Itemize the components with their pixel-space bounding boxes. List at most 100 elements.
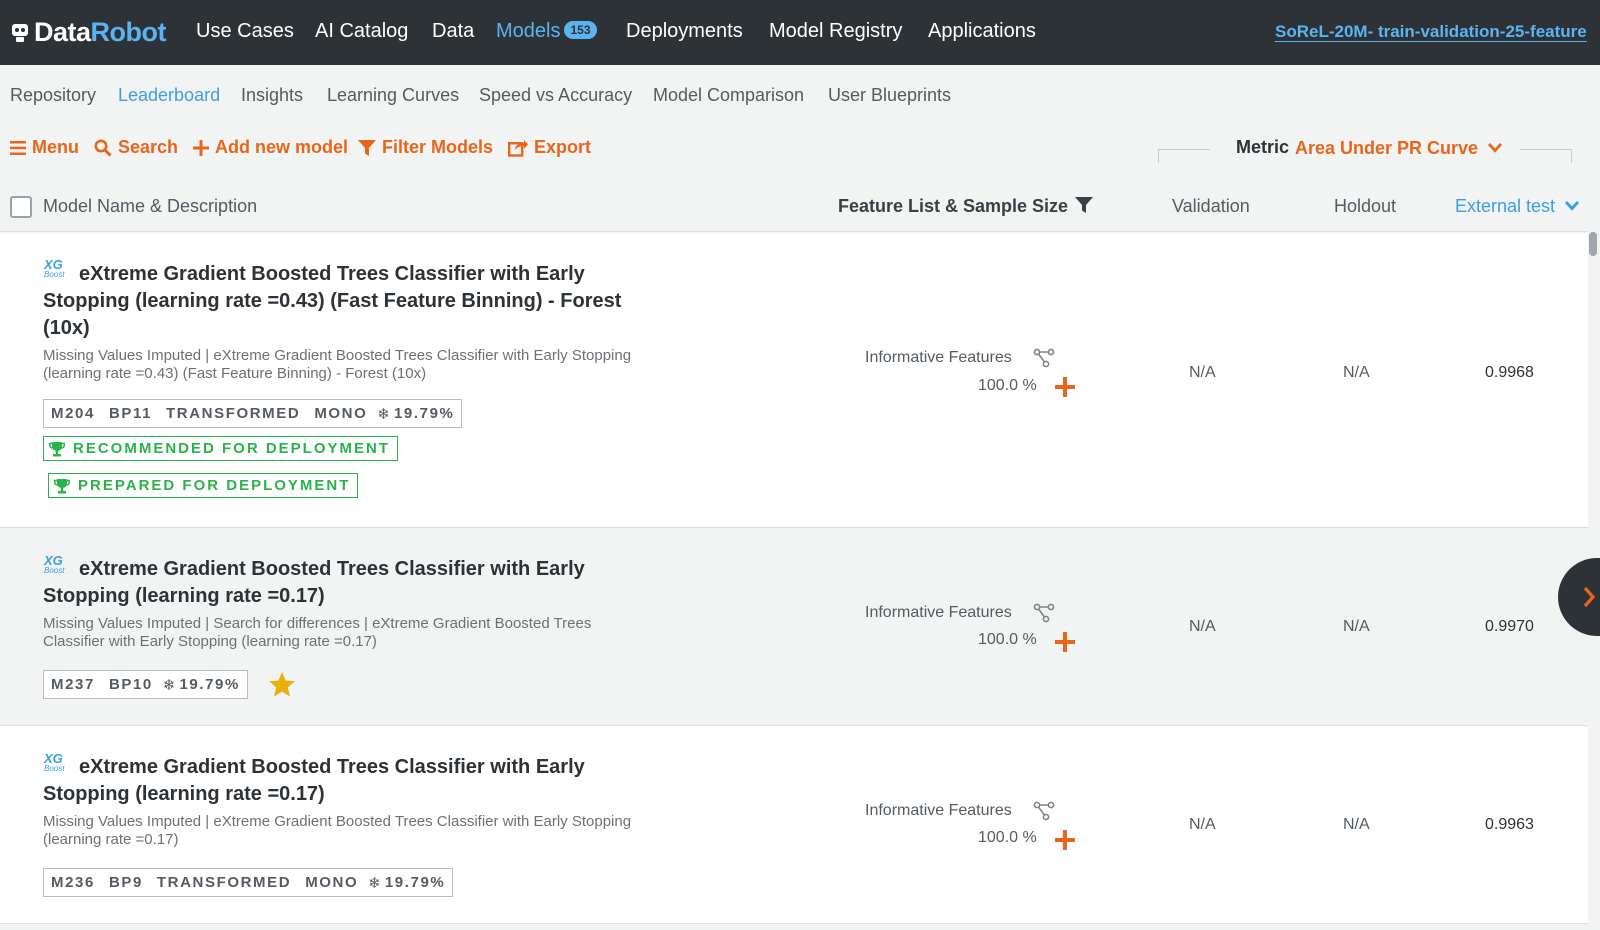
prepared-for-deployment-badge[interactable]: PREPARED FOR DEPLOYMENT <box>48 473 359 498</box>
holdout-score: N/A <box>1343 618 1370 635</box>
tab-insights[interactable]: Insights <box>241 85 303 106</box>
trophy-icon <box>54 478 70 493</box>
add-sample-size-button[interactable] <box>1055 632 1075 652</box>
funnel-icon <box>358 139 376 156</box>
export-icon <box>508 139 528 157</box>
tag-mono: MONO <box>305 874 359 891</box>
col-external-test-label: External test <box>1455 196 1556 216</box>
feature-sample-pct: 100.0 % <box>978 631 1037 648</box>
nav-ai-catalog[interactable]: AI Catalog <box>315 20 408 43</box>
top-nav-bar: Data Robot Use Cases AI Catalog Data Mode… <box>0 0 1600 65</box>
col-holdout[interactable]: Holdout <box>1334 196 1396 217</box>
holdout-score: N/A <box>1343 364 1370 381</box>
tag-sample-pct: 19.79% <box>179 676 240 693</box>
metric-dropdown[interactable]: Area Under PR Curve <box>1295 138 1503 159</box>
plus-icon <box>193 139 209 156</box>
datarobot-logo[interactable]: Data Robot <box>10 14 167 50</box>
select-all-checkbox[interactable] <box>10 196 32 218</box>
col-validation[interactable]: Validation <box>1172 196 1250 217</box>
models-count-badge: 153 <box>564 21 597 39</box>
hamburger-icon <box>10 140 26 155</box>
trophy-icon <box>49 441 65 456</box>
tag-model-id: M236 <box>51 874 95 891</box>
validation-score: N/A <box>1189 618 1216 635</box>
robot-logo-icon <box>12 24 28 42</box>
model-description: Missing Values Imputed | eXtreme Gradien… <box>43 813 632 848</box>
nav-models[interactable]: Models 153 <box>496 20 597 43</box>
nav-deployments[interactable]: Deployments <box>626 20 743 43</box>
prepared-label: PREPARED FOR DEPLOYMENT <box>78 477 351 494</box>
external-test-score: 0.9970 <box>1485 618 1534 635</box>
metric-selector: Metric Area Under PR Curve <box>1158 137 1572 167</box>
add-sample-size-button[interactable] <box>1055 830 1075 850</box>
metric-bracket-right <box>1520 149 1572 163</box>
star-icon[interactable] <box>268 671 296 698</box>
model-title[interactable]: eXtreme Gradient Boosted Trees Classifie… <box>43 754 633 808</box>
export-label: Export <box>534 137 592 157</box>
tag-blueprint: BP9 <box>108 874 143 891</box>
tag-model-id: M204 <box>51 405 95 422</box>
feature-list-name[interactable]: Informative Features <box>865 802 1012 820</box>
scrollbar-thumb[interactable] <box>1589 232 1597 256</box>
add-sample-size-button[interactable] <box>1055 377 1075 397</box>
model-description: Missing Values Imputed | eXtreme Gradien… <box>43 347 632 382</box>
model-title[interactable]: eXtreme Gradient Boosted Trees Classifie… <box>43 261 633 342</box>
metric-bracket-left <box>1158 149 1210 163</box>
feature-tree-icon[interactable] <box>1033 603 1055 623</box>
tag-mono: MONO <box>314 405 368 422</box>
logo-text-robot: Robot <box>90 16 167 47</box>
funnel-icon[interactable] <box>1075 196 1094 214</box>
feature-sample-pct: 100.0 % <box>978 829 1037 846</box>
chevron-down-icon <box>1565 201 1580 211</box>
model-tags: M204 BP11 TRANSFORMED MONO ❄ 19.79% <box>43 399 463 428</box>
tag-blueprint: BP11 <box>108 405 153 422</box>
tab-leaderboard[interactable]: Leaderboard <box>118 85 220 106</box>
tab-repository[interactable]: Repository <box>10 85 96 106</box>
nav-use-cases[interactable]: Use Cases <box>196 20 294 43</box>
table-row[interactable]: XG Boost eXtreme Gradient Boosted Trees C… <box>0 233 1588 528</box>
chevron-right-icon <box>1583 586 1596 608</box>
metric-value: Area Under PR Curve <box>1295 138 1479 158</box>
table-row[interactable]: XG Boost eXtreme Gradient Boosted Trees C… <box>0 726 1588 924</box>
project-name-link[interactable]: SoReL-20M- train-validation-25-feature <box>1275 22 1587 42</box>
model-tags: M236 BP9 TRANSFORMED MONO ❄ 19.79% <box>43 868 454 897</box>
holdout-score: N/A <box>1343 816 1370 833</box>
feature-tree-icon[interactable] <box>1033 348 1055 368</box>
external-test-score: 0.9963 <box>1485 816 1534 833</box>
snowflake-icon: ❄ <box>377 405 390 423</box>
tab-user-blueprints[interactable]: User Blueprints <box>828 85 951 106</box>
feature-sample-pct: 100.0 % <box>978 377 1037 394</box>
nav-model-registry[interactable]: Model Registry <box>769 20 902 43</box>
col-feature-list-label: Feature List & Sample Size <box>838 196 1069 216</box>
col-feature-list[interactable]: Feature List & Sample Size <box>838 196 1094 217</box>
leaderboard-header: Model Name & Description Feature List & … <box>0 180 1600 232</box>
model-title[interactable]: eXtreme Gradient Boosted Trees Classifie… <box>43 556 633 610</box>
snowflake-icon: ❄ <box>162 676 176 694</box>
col-model-name[interactable]: Model Name & Description <box>43 196 257 217</box>
search-icon <box>94 139 112 157</box>
menu-label: Menu <box>32 137 79 157</box>
recommended-for-deployment-badge[interactable]: RECOMMENDED FOR DEPLOYMENT <box>43 436 399 461</box>
search-label: Search <box>118 137 179 157</box>
nav-applications[interactable]: Applications <box>928 20 1036 43</box>
external-test-score: 0.9968 <box>1485 364 1534 381</box>
nav-data[interactable]: Data <box>432 20 474 43</box>
feature-list-name[interactable]: Informative Features <box>865 349 1012 367</box>
tab-speed-vs-accuracy[interactable]: Speed vs Accuracy <box>479 85 632 106</box>
recommended-label: RECOMMENDED FOR DEPLOYMENT <box>73 440 391 457</box>
feature-tree-icon[interactable] <box>1033 801 1055 821</box>
col-external-test[interactable]: External test <box>1455 196 1580 217</box>
feature-list-name[interactable]: Informative Features <box>865 604 1012 622</box>
export-button[interactable]: Export <box>508 137 591 158</box>
search-button[interactable]: Search <box>94 137 178 158</box>
menu-button[interactable]: Menu <box>10 137 79 158</box>
tag-sample-pct: 19.79% <box>384 874 446 891</box>
table-row[interactable]: XG Boost eXtreme Gradient Boosted Trees C… <box>0 528 1588 726</box>
validation-score: N/A <box>1189 364 1216 381</box>
tab-model-comparison[interactable]: Model Comparison <box>653 85 804 106</box>
add-new-model-button[interactable]: Add new model <box>193 137 348 158</box>
add-new-model-label: Add new model <box>215 137 349 157</box>
tab-learning-curves[interactable]: Learning Curves <box>327 85 459 106</box>
filter-models-button[interactable]: Filter Models <box>358 137 493 158</box>
tag-transformed: TRANSFORMED <box>166 405 301 422</box>
